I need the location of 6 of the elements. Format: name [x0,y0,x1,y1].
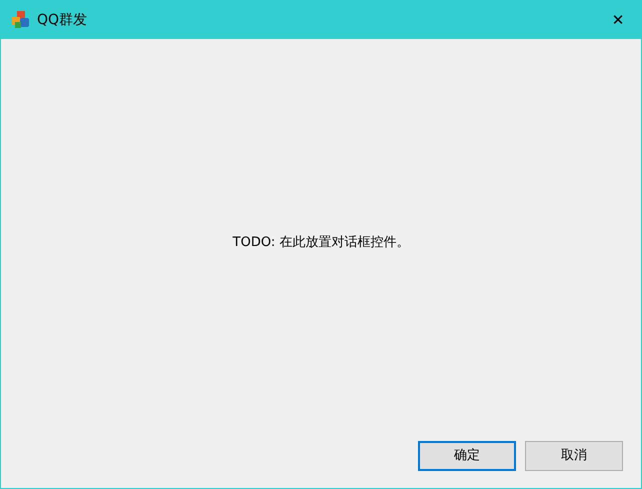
close-button[interactable]: ✕ [595,1,641,39]
window-title: QQ群发 [37,10,88,30]
dialog-button[interactable]: 确定 [418,441,516,471]
dialog-button[interactable]: 取消 [525,441,623,471]
placeholder-message: TODO: 在此放置对话框控件。 [232,234,410,252]
app-icon [11,10,31,30]
